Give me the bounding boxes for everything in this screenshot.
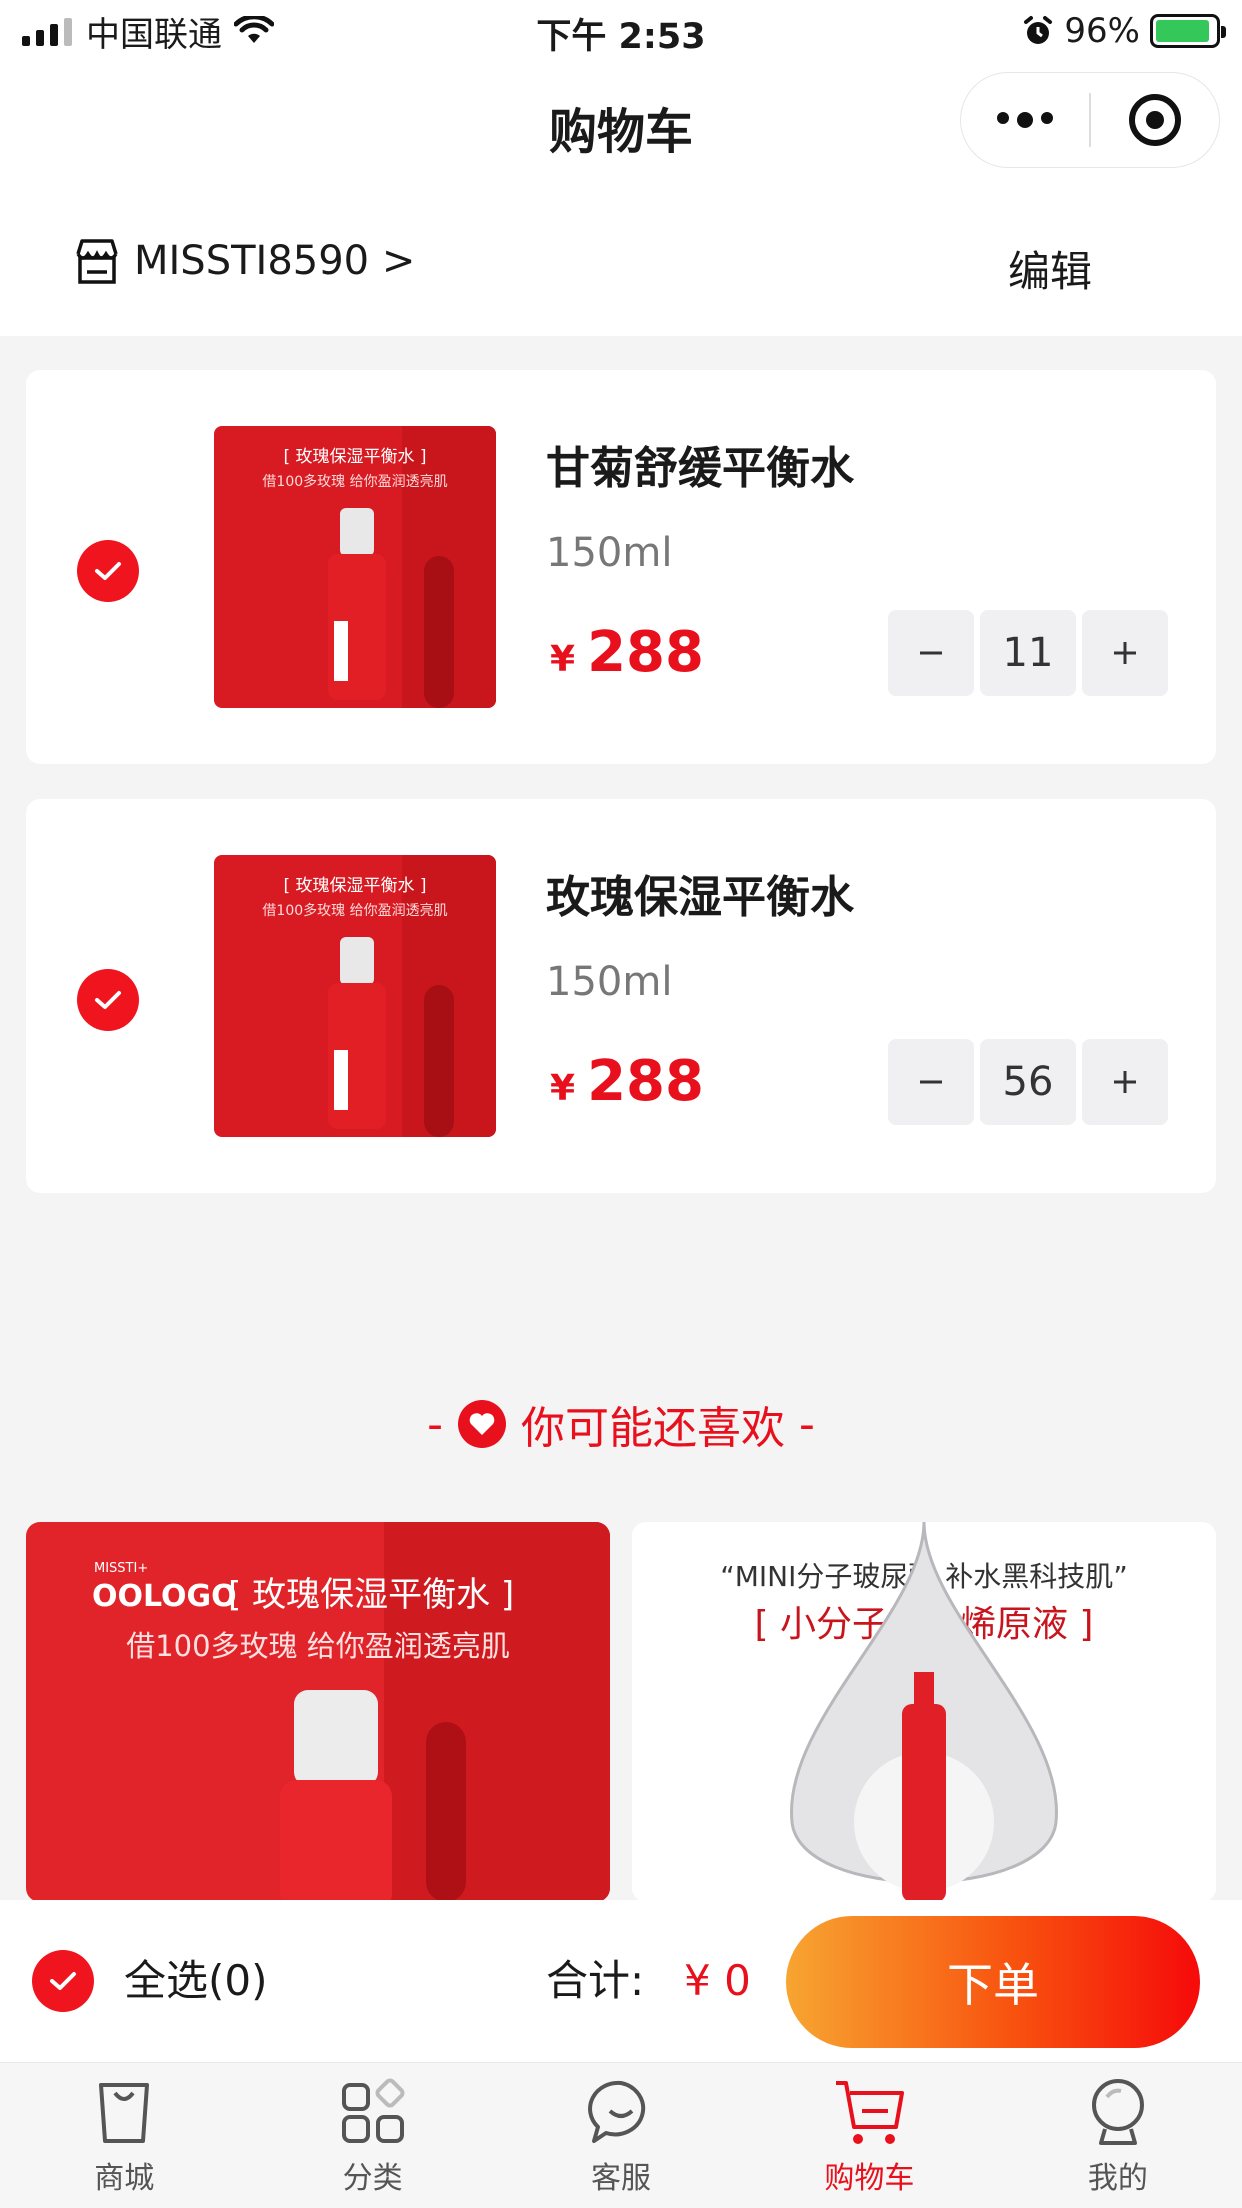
checkout-bar: 全选(0) 合计: ¥ 0 下单 — [0, 1900, 1242, 2062]
tile-sub-text: 借100多玫瑰 给你盈润透亮肌 — [126, 1629, 510, 1663]
store-name: MISSTI8590 > — [134, 238, 416, 284]
category-icon — [341, 2078, 405, 2143]
recommend-product-card[interactable]: “MINI分子玻尿酸 补水黑科技肌” [ 小分子富勒烯原液 ] — [632, 1522, 1216, 1902]
chat-icon — [588, 2080, 646, 2143]
product-photo: [ 玫瑰保湿平衡水 ] 借100多玫瑰 给你盈润透亮肌 — [214, 426, 496, 708]
image-tag-text: [ 玫瑰保湿平衡水 ] — [283, 876, 426, 896]
tab-service[interactable]: 客服 — [497, 2063, 745, 2208]
brand-logo-text: OOLOGO — [92, 1579, 237, 1614]
profile-icon — [1091, 2079, 1144, 2145]
alarm-icon — [1024, 16, 1053, 44]
more-dots-icon — [997, 112, 1054, 128]
product-name[interactable]: 甘菊舒缓平衡水 — [546, 432, 854, 496]
product-price: ¥ 288 — [550, 620, 704, 685]
quantity-value[interactable]: 11 — [980, 610, 1076, 696]
tab-label: 我的 — [1087, 2161, 1148, 2196]
increase-button[interactable] — [1082, 610, 1168, 696]
currency-symbol: ¥ — [550, 639, 576, 680]
product-spec: 150ml — [546, 530, 673, 576]
recommend-image: MISSTI+ OOLOGO [ 玫瑰保湿平衡水 ] 借100多玫瑰 给你盈润透… — [26, 1522, 610, 1902]
tab-category[interactable]: 分类 — [248, 2063, 496, 2208]
select-all-checkbox[interactable] — [32, 1950, 94, 2012]
item-checkbox[interactable] — [77, 540, 139, 602]
status-right: 96% — [1022, 8, 1226, 54]
miniprogram-capsule — [960, 72, 1220, 168]
recommend-title: 你可能还喜欢 — [521, 1403, 785, 1454]
total-value: ¥ 0 — [684, 1956, 751, 2005]
more-button[interactable] — [961, 73, 1089, 167]
product-name[interactable]: 玫瑰保湿平衡水 — [546, 861, 854, 925]
cart-icon — [836, 2081, 905, 2144]
product-photo: [ 玫瑰保湿平衡水 ] 借100多玫瑰 给你盈润透亮肌 — [214, 855, 496, 1137]
tab-bar: 商城 分类 客服 购物车 我的 — [0, 2062, 1242, 2208]
close-miniprogram-button[interactable] — [1091, 73, 1219, 167]
tab-cart[interactable]: 购物车 — [745, 2063, 993, 2208]
price-value: 288 — [587, 620, 704, 685]
battery-percent: 96% — [1064, 11, 1140, 51]
tab-label: 客服 — [591, 2161, 652, 2196]
image-sub-text: 借100多玫瑰 给你盈润透亮肌 — [262, 902, 447, 919]
nav-bar: 购物车 — [0, 62, 1242, 184]
checkmark-icon — [95, 991, 121, 1009]
recommend-heading: - 你可能还喜欢 - — [0, 1392, 1242, 1456]
tab-label: 分类 — [342, 2161, 403, 2196]
quantity-stepper: 56 — [888, 1039, 1168, 1125]
place-order-button[interactable]: 下单 — [786, 1916, 1200, 2048]
decrease-button[interactable] — [888, 610, 974, 696]
heart-icon — [458, 1400, 506, 1448]
total-label: 合计: — [546, 1956, 645, 2005]
minus-icon — [920, 1080, 942, 1084]
plus-icon — [1114, 642, 1136, 664]
cart-item: [ 玫瑰保湿平衡水 ] 借100多玫瑰 给你盈润透亮肌 玫瑰保湿平衡水 150m… — [26, 799, 1216, 1193]
currency-symbol: ¥ — [550, 1068, 576, 1109]
select-all-label[interactable]: 全选(0) — [124, 1950, 268, 2012]
checkmark-icon — [95, 562, 121, 580]
product-spec: 150ml — [546, 959, 673, 1005]
edit-button[interactable]: 编辑 — [1008, 238, 1092, 299]
price-value: 288 — [587, 1049, 704, 1114]
product-image[interactable]: [ 玫瑰保湿平衡水 ] 借100多玫瑰 给你盈润透亮肌 — [214, 426, 496, 708]
tab-mall[interactable]: 商城 — [0, 2063, 248, 2208]
item-checkbox[interactable] — [77, 969, 139, 1031]
status-bar: 中国联通 下午 2:53 96% — [0, 0, 1242, 62]
quantity-stepper: 11 — [888, 610, 1168, 696]
dash-right: - — [799, 1398, 815, 1450]
brand-top-text: MISSTI+ — [94, 1561, 148, 1576]
image-sub-text: 借100多玫瑰 给你盈润透亮肌 — [262, 473, 447, 490]
dash-left: - — [427, 1398, 443, 1450]
tab-label: 商城 — [94, 2161, 155, 2196]
minus-icon — [920, 651, 942, 655]
decrease-button[interactable] — [888, 1039, 974, 1125]
cart-item: [ 玫瑰保湿平衡水 ] 借100多玫瑰 给你盈润透亮肌 甘菊舒缓平衡水 150m… — [26, 370, 1216, 764]
tab-label: 购物车 — [824, 2161, 915, 2196]
target-icon — [1128, 94, 1181, 146]
battery-icon — [1150, 14, 1226, 48]
recommend-product-card[interactable]: MISSTI+ OOLOGO [ 玫瑰保湿平衡水 ] 借100多玫瑰 给你盈润透… — [26, 1522, 610, 1902]
recommend-image: “MINI分子玻尿酸 补水黑科技肌” [ 小分子富勒烯原液 ] — [632, 1522, 1216, 1902]
tile-tag-text: [ 玫瑰保湿平衡水 ] — [228, 1575, 514, 1615]
bag-icon — [99, 2083, 150, 2143]
quantity-value[interactable]: 56 — [980, 1039, 1076, 1125]
tab-profile[interactable]: 我的 — [994, 2063, 1242, 2208]
plus-icon — [1114, 1071, 1136, 1093]
product-image[interactable]: [ 玫瑰保湿平衡水 ] 借100多玫瑰 给你盈润透亮肌 — [214, 855, 496, 1137]
store-header: MISSTI8590 > 编辑 — [0, 184, 1242, 336]
increase-button[interactable] — [1082, 1039, 1168, 1125]
product-price: ¥ 288 — [550, 1049, 704, 1114]
checkmark-icon — [50, 1972, 76, 1990]
store-icon — [76, 239, 118, 284]
image-tag-text: [ 玫瑰保湿平衡水 ] — [283, 447, 426, 467]
store-link[interactable]: MISSTI8590 > — [72, 236, 415, 286]
